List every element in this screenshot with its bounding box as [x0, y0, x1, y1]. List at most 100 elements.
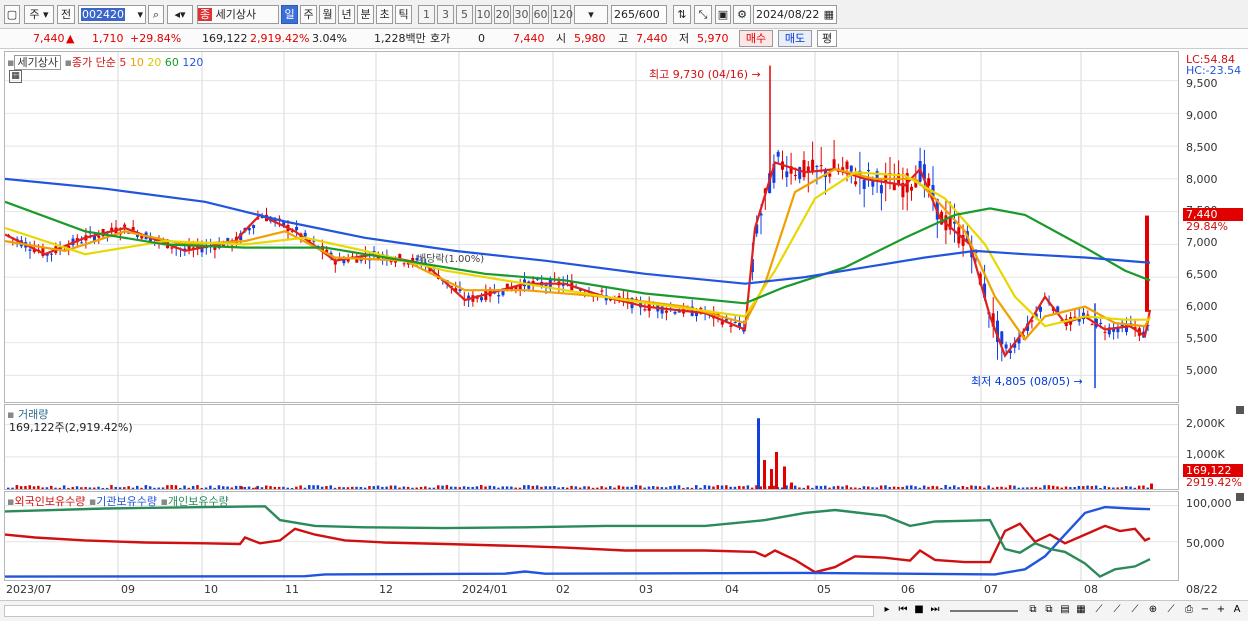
- zoom-icon[interactable]: ⊕: [1146, 604, 1160, 618]
- price-change-pct: +29.84%: [130, 32, 182, 45]
- volume-bar: [290, 487, 294, 489]
- close-panel-icon[interactable]: [1236, 406, 1244, 414]
- trade-amount: 1,228백만: [374, 32, 426, 45]
- volume-bar: [544, 486, 547, 489]
- speaker-icon[interactable]: ◂▾: [167, 5, 193, 24]
- period-tab-tick[interactable]: 틱: [395, 5, 412, 24]
- volume-bar: [557, 487, 560, 489]
- layout-icon[interactable]: ▤: [1058, 604, 1072, 618]
- volume-bar: [394, 485, 397, 489]
- interval-60[interactable]: 60: [532, 5, 549, 24]
- date-input[interactable]: 2024/08/22 ▦: [753, 5, 837, 24]
- volume-bar: [1120, 487, 1124, 489]
- period-tab-minute[interactable]: 분: [357, 5, 374, 24]
- zoom-in-icon[interactable]: +: [1214, 604, 1228, 618]
- volume-subtitle: 169,122주(2,919.42%): [9, 421, 133, 434]
- gear-icon[interactable]: ⚙: [733, 5, 751, 24]
- stop-icon[interactable]: ■: [912, 604, 926, 618]
- volume-bar: [854, 487, 857, 489]
- candle-body: [867, 169, 870, 172]
- volume-bar: [41, 487, 44, 489]
- interval-5[interactable]: 5: [456, 5, 473, 24]
- grid-icon[interactable]: ▦: [1074, 604, 1088, 618]
- volume-bar: [505, 486, 509, 489]
- chart-tool-icon[interactable]: ⇅: [673, 5, 691, 24]
- search-icon[interactable]: ⌕: [148, 5, 164, 24]
- interval-1[interactable]: 1: [418, 5, 435, 24]
- volume-bar: [983, 487, 986, 489]
- volume-bar: [832, 486, 836, 489]
- volume-bar: [93, 487, 96, 489]
- x-tick: 03: [639, 583, 653, 596]
- volume-bar: [922, 485, 926, 489]
- pattern-icon[interactable]: ⟋: [1164, 604, 1178, 618]
- trend-tool-icon[interactable]: ⟋: [1110, 604, 1124, 618]
- volume-bar: [587, 486, 590, 489]
- stock-label[interactable]: 세기상사: [14, 55, 61, 70]
- period-tab-second[interactable]: 초: [376, 5, 393, 24]
- print-icon[interactable]: ⎙: [1182, 604, 1196, 618]
- period-tab-month[interactable]: 월: [319, 5, 336, 24]
- eval-button[interactable]: 평: [817, 30, 837, 47]
- volume-bar: [656, 486, 659, 489]
- close-panel-icon[interactable]: [1236, 493, 1244, 501]
- volume-bar: [484, 486, 487, 489]
- period-tab-day[interactable]: 일: [281, 5, 298, 24]
- volume-bar: [424, 486, 427, 489]
- fast-forward-icon[interactable]: ⏭: [928, 604, 942, 618]
- overlay-icon[interactable]: ⧉: [1042, 604, 1056, 618]
- stock-code-input[interactable]: 002420 ▾: [78, 5, 146, 24]
- compare-icon[interactable]: ⧉: [1026, 604, 1040, 618]
- scroll-right-icon[interactable]: ▸: [880, 604, 894, 618]
- volume-bar: [19, 486, 23, 489]
- font-size-icon[interactable]: A: [1230, 604, 1244, 618]
- y-tick: 7,000: [1186, 236, 1218, 249]
- scroll-track[interactable]: [4, 605, 874, 617]
- zoom-slider[interactable]: [950, 610, 1018, 612]
- window-menu-icon[interactable]: ▢: [4, 5, 20, 24]
- candle-body: [80, 242, 84, 244]
- volume-bar: [1017, 487, 1020, 489]
- volume-bar: [849, 487, 853, 489]
- x-tick: 07: [984, 583, 998, 596]
- volume-bar: [1086, 485, 1089, 489]
- buy-button[interactable]: 매수: [739, 30, 773, 47]
- x-end-label: 08/22: [1186, 583, 1218, 596]
- mode-dropdown[interactable]: 주 ▾: [24, 5, 54, 24]
- volume-bar: [1116, 487, 1119, 489]
- volume-bar: [480, 485, 483, 489]
- interval-20[interactable]: 20: [494, 5, 511, 24]
- y-tick: 5,500: [1186, 332, 1218, 345]
- line-tool-icon[interactable]: ⟋: [1092, 604, 1106, 618]
- fib-tool-icon[interactable]: ⟋: [1128, 604, 1142, 618]
- volume-bar: [621, 486, 625, 489]
- volume-chart-svg[interactable]: [5, 405, 1179, 490]
- candle-body: [1103, 331, 1107, 333]
- volume-bar: [355, 486, 358, 489]
- stock-name-box[interactable]: 종 세기상사: [197, 5, 279, 24]
- calculator-icon[interactable]: ▦: [9, 70, 22, 83]
- interval-3[interactable]: 3: [437, 5, 454, 24]
- count-value: 265: [614, 8, 635, 21]
- x-tick: 04: [725, 583, 739, 596]
- rewind-icon[interactable]: ⏮: [896, 604, 910, 618]
- volume-bar: [316, 485, 320, 489]
- interval-120[interactable]: 120: [551, 5, 573, 24]
- count-input[interactable]: 265/600: [611, 5, 667, 24]
- prev-button[interactable]: 전: [57, 5, 75, 24]
- interval-30[interactable]: 30: [513, 5, 530, 24]
- interval-dropdown[interactable]: ▾: [574, 5, 608, 24]
- volume-bar: [265, 485, 268, 489]
- period-tab-year[interactable]: 년: [338, 5, 355, 24]
- x-tick: 11: [285, 583, 299, 596]
- volume-bar: [320, 486, 324, 489]
- volume-bar: [454, 486, 457, 489]
- price-chart-svg[interactable]: [5, 52, 1179, 403]
- save-icon[interactable]: ▣: [715, 5, 731, 24]
- sell-button[interactable]: 매도: [778, 30, 812, 47]
- period-tab-week[interactable]: 주: [300, 5, 317, 24]
- draw-tool-icon[interactable]: ⤡: [694, 5, 712, 24]
- interval-10[interactable]: 10: [475, 5, 492, 24]
- volume-bar: [978, 486, 982, 489]
- zoom-out-icon[interactable]: −: [1198, 604, 1212, 618]
